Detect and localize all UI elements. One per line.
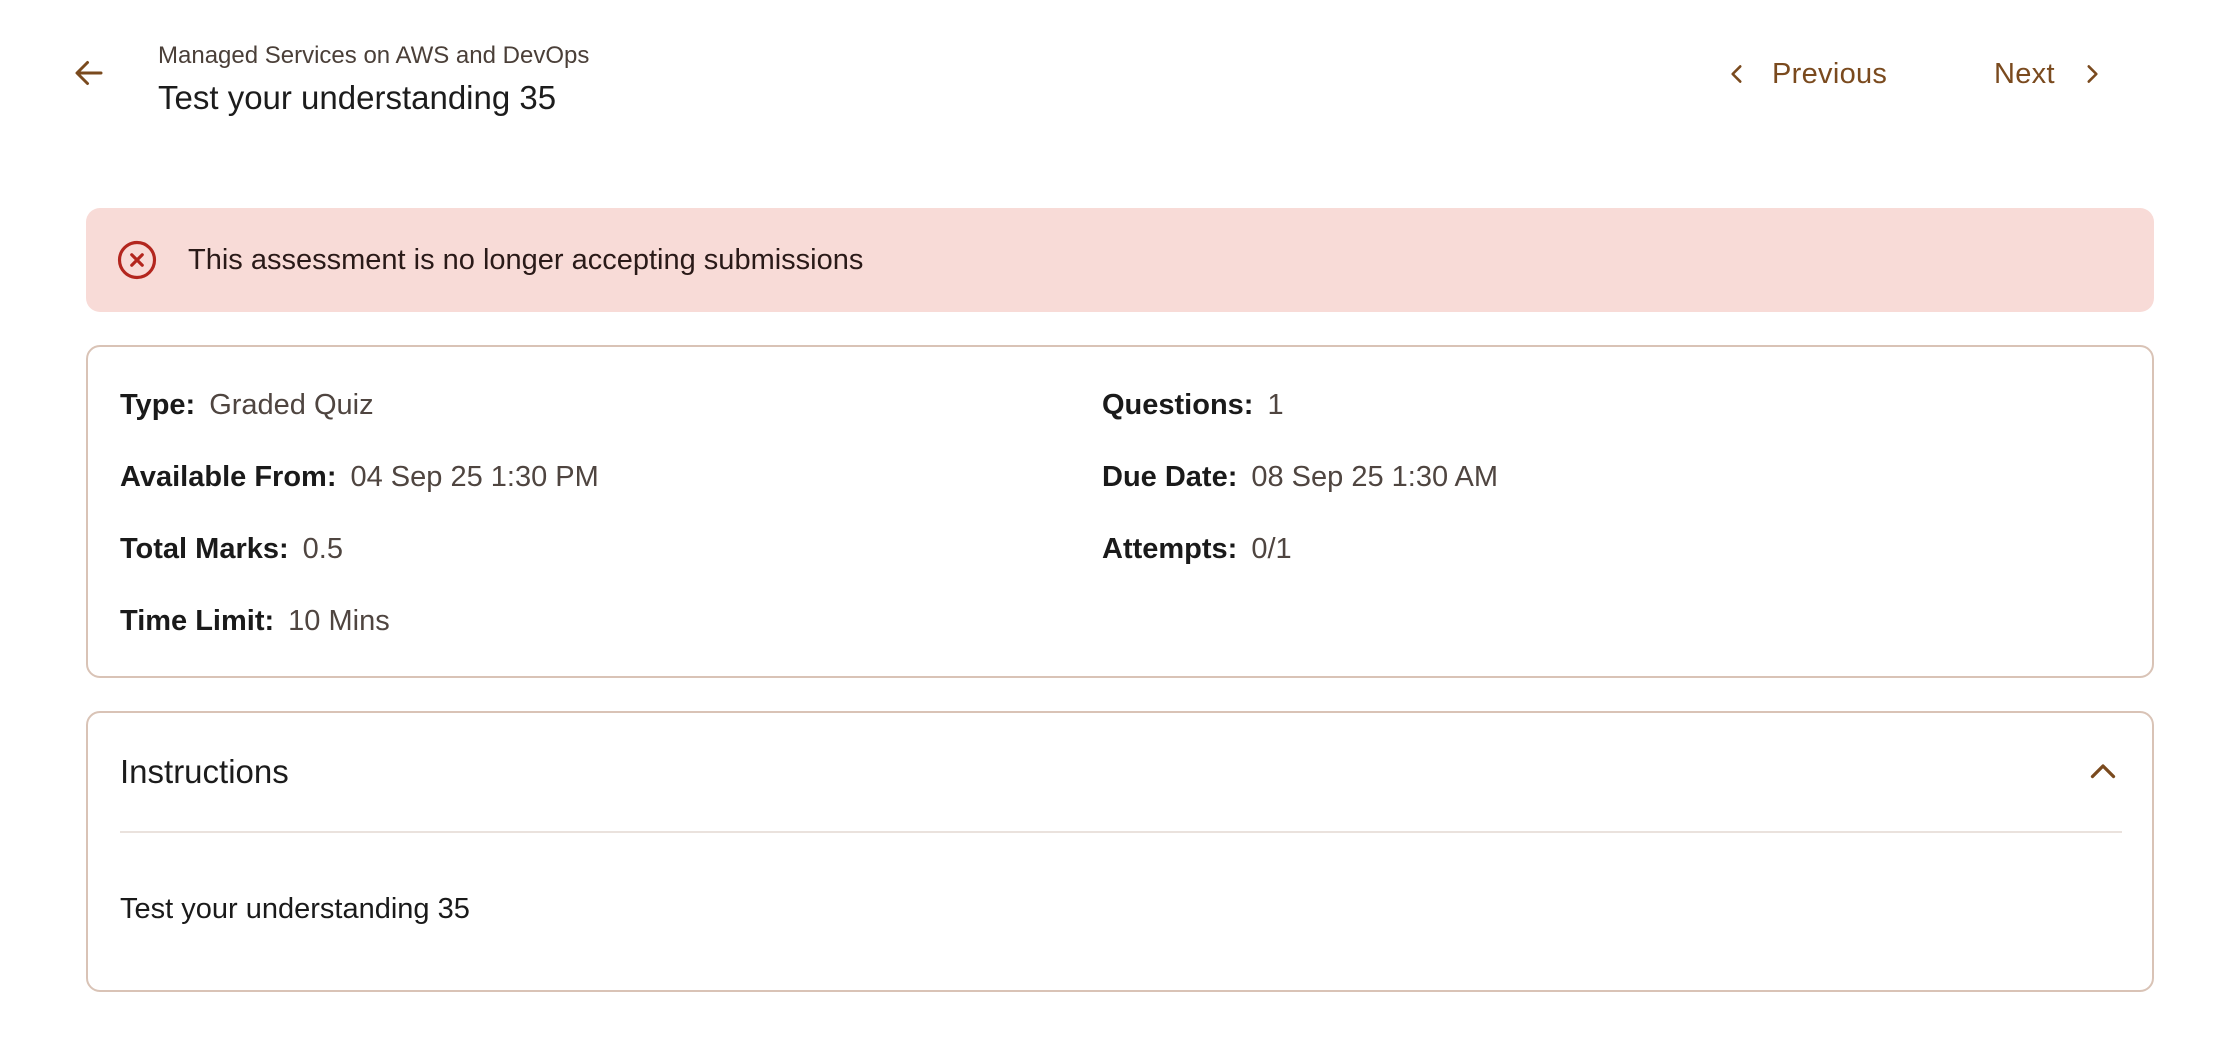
assessment-page: Managed Services on AWS and DevOps Test …	[0, 0, 2240, 1058]
total-marks-value: 0.5	[302, 533, 343, 565]
due-date-value: 08 Sep 25 1:30 AM	[1251, 461, 1499, 493]
available-from-value: 04 Sep 25 1:30 PM	[350, 461, 599, 493]
page-header: Managed Services on AWS and DevOps Test …	[0, 0, 2240, 150]
previous-button[interactable]: Previous	[1724, 46, 1887, 102]
type-field: Type: Graded Quiz	[120, 385, 374, 425]
instructions-card: Instructions Test your understanding 35	[86, 711, 2154, 992]
available-from-field: Available From: 04 Sep 25 1:30 PM	[120, 457, 599, 497]
previous-label: Previous	[1772, 57, 1888, 90]
instructions-header[interactable]: Instructions	[120, 713, 2122, 833]
type-label: Type:	[120, 389, 196, 421]
available-from-label: Available From:	[120, 461, 337, 493]
closed-submission-alert: This assessment is no longer accepting s…	[86, 208, 2154, 312]
type-value: Graded Quiz	[209, 389, 374, 421]
attempts-label: Attempts:	[1102, 533, 1238, 565]
total-marks-label: Total Marks:	[120, 533, 289, 565]
assessment-details-card: Type: Graded Quiz Questions: 1 Available F…	[86, 345, 2154, 678]
chevron-up-icon	[2090, 764, 2116, 779]
course-name: Managed Services on AWS and DevOps	[158, 42, 590, 69]
questions-field: Questions: 1	[1102, 385, 1284, 425]
arrow-left-icon	[75, 61, 103, 85]
due-date-field: Due Date: 08 Sep 25 1:30 AM	[1102, 457, 1498, 497]
attempts-value: 0/1	[1251, 533, 1292, 565]
next-button[interactable]: Next	[1994, 46, 2105, 102]
time-limit-value: 10 Mins	[288, 605, 390, 637]
collapse-instructions-button[interactable]	[2080, 749, 2126, 795]
total-marks-field: Total Marks: 0.5	[120, 529, 343, 569]
header-titles: Managed Services on AWS and DevOps Test …	[158, 40, 589, 120]
time-limit-field: Time Limit: 10 Mins	[120, 601, 390, 641]
back-button[interactable]	[66, 50, 112, 96]
alert-message: This assessment is no longer accepting s…	[188, 243, 864, 276]
chevron-left-icon	[1731, 65, 1742, 83]
questions-label: Questions:	[1102, 389, 1254, 421]
instructions-title: Instructions	[120, 753, 289, 790]
next-label: Next	[1994, 57, 2055, 90]
page-title: Test your understanding 35	[158, 79, 557, 116]
error-circle-x-icon	[116, 239, 158, 281]
time-limit-label: Time Limit:	[120, 605, 275, 637]
instructions-body: Test your understanding 35	[120, 893, 470, 925]
due-date-label: Due Date:	[1102, 461, 1238, 493]
chevron-right-icon	[2087, 65, 2098, 83]
attempts-field: Attempts: 0/1	[1102, 529, 1292, 569]
questions-value: 1	[1267, 389, 1284, 421]
